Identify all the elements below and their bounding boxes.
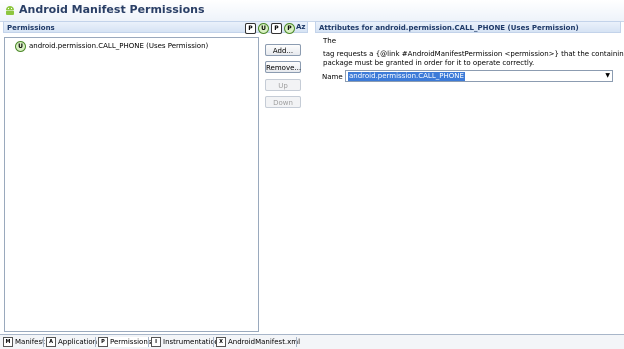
permissions-header-label: Permissions — [7, 24, 55, 32]
xml-file-icon: X — [216, 337, 226, 347]
editor-tab-bar: M Manifest A Application P Permissions I Ins… — [0, 334, 624, 349]
add-button[interactable]: Add... — [265, 44, 301, 56]
android-icon — [6, 6, 14, 15]
editor-title-bar: Android Manifest Permissions — [0, 0, 624, 22]
tab-divider — [148, 337, 149, 347]
filter-permission-group-icon[interactable]: P — [284, 23, 295, 34]
down-button[interactable]: Down — [265, 96, 301, 108]
tree-item-label: android.permission.CALL_PHONE (Uses Perm… — [29, 42, 209, 50]
tab-divider — [43, 337, 44, 347]
permissions-icon: P — [98, 337, 108, 347]
tab-instrumentation[interactable]: I Instrumentation — [151, 337, 219, 347]
tab-label: AndroidManifest.xml — [228, 338, 301, 346]
tab-androidmanifest-xml[interactable]: X AndroidManifest.xml — [216, 337, 300, 347]
instrumentation-icon: I — [151, 337, 161, 347]
tab-label: Application — [58, 338, 98, 346]
remove-button[interactable]: Remove... — [265, 61, 301, 73]
tab-permissions[interactable]: P Permissions — [98, 337, 152, 347]
filter-permission-tree-icon[interactable]: P — [271, 23, 282, 34]
name-combobox-value[interactable]: android.permission.CALL_PHONE — [348, 72, 465, 81]
attributes-header-label: Attributes for android.permission.CALL_P… — [319, 24, 579, 32]
tab-label: Manifest — [15, 338, 45, 346]
filter-uses-permission-icon[interactable]: U — [258, 23, 269, 34]
filter-permission-icon[interactable]: P — [245, 23, 256, 34]
tab-application[interactable]: A Application — [46, 337, 97, 347]
tab-divider — [95, 337, 96, 347]
page-title: Android Manifest Permissions — [19, 3, 205, 16]
name-field-label: Name — [322, 73, 343, 81]
chevron-down-icon[interactable]: ▼ — [605, 72, 610, 79]
attribute-description-line: The — [323, 37, 337, 45]
attribute-description-line: tag requests a {@link #AndroidManifestPe… — [323, 50, 624, 58]
tab-manifest[interactable]: M Manifest — [3, 337, 45, 347]
name-combobox[interactable]: android.permission.CALL_PHONE ▼ — [345, 70, 613, 82]
up-button[interactable]: Up — [265, 79, 301, 91]
tab-label: Permissions — [110, 338, 152, 346]
tab-divider — [213, 337, 214, 347]
application-icon: A — [46, 337, 56, 347]
sort-alphabetical-icon[interactable]: Az — [296, 23, 306, 31]
attributes-section-header: Attributes for android.permission.CALL_P… — [315, 21, 621, 33]
tab-divider — [296, 337, 297, 347]
manifest-icon: M — [3, 337, 13, 347]
tab-label: Instrumentation — [163, 338, 220, 346]
permissions-tree[interactable]: U android.permission.CALL_PHONE (Uses Pe… — [4, 37, 259, 332]
uses-permission-icon: U — [15, 41, 26, 52]
attribute-description-line: package must be granted in order for it … — [323, 59, 535, 67]
